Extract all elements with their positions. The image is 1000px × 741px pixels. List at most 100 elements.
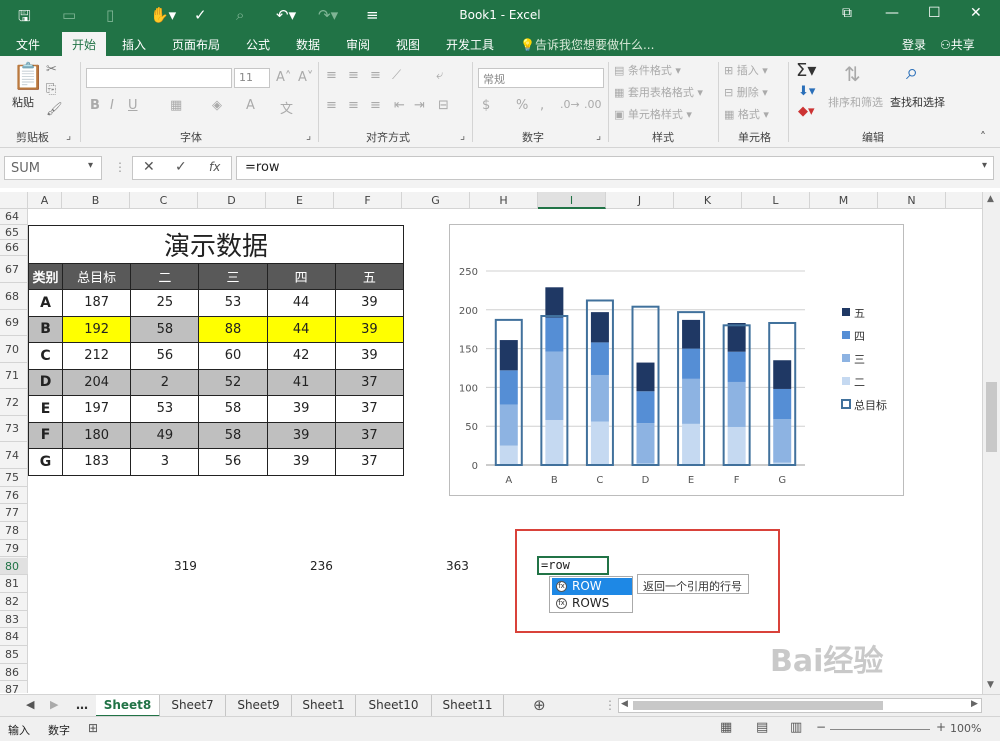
row-header-73[interactable]: 73 xyxy=(0,416,28,442)
paste-icon[interactable]: 📋 xyxy=(12,62,44,92)
tab-developer[interactable]: 开发工具 xyxy=(446,36,494,53)
comma-icon[interactable]: , xyxy=(540,98,544,113)
row-header-84[interactable]: 84 xyxy=(0,628,28,646)
table-cell[interactable]: 212 xyxy=(62,342,132,370)
sort-filter-icon[interactable]: ⇅ xyxy=(844,62,861,86)
column-header-g[interactable]: G xyxy=(402,192,470,209)
fill-icon[interactable]: ⬇▾ xyxy=(798,84,815,99)
page-break-view-icon[interactable]: ▥ xyxy=(790,720,802,735)
column-header-k[interactable]: K xyxy=(674,192,742,209)
row-header-65[interactable]: 65 xyxy=(0,225,28,240)
autocomplete-item-row[interactable]: fx ROW xyxy=(552,578,632,595)
new-sheet-icon[interactable]: ⊕ xyxy=(533,696,546,714)
table-cell[interactable]: 58 xyxy=(130,315,200,343)
row-header-76[interactable]: 76 xyxy=(0,487,28,505)
cell-value[interactable]: 319 xyxy=(174,559,197,573)
dialog-launcher-icon[interactable]: ⌟ xyxy=(460,129,465,142)
scroll-thumb[interactable] xyxy=(986,382,997,452)
scroll-left-icon[interactable]: ◀ xyxy=(621,699,628,709)
table-cell[interactable]: 53 xyxy=(130,395,200,423)
tab-formulas[interactable]: 公式 xyxy=(246,36,270,53)
table-cell[interactable]: 204 xyxy=(62,368,132,396)
column-header-e[interactable]: E xyxy=(266,192,334,209)
tab-review[interactable]: 审阅 xyxy=(346,36,370,53)
table-cell[interactable]: 56 xyxy=(198,448,268,476)
table-cell[interactable]: 41 xyxy=(266,368,336,396)
table-cell[interactable]: 39 xyxy=(266,421,336,449)
close-icon[interactable]: ✕ xyxy=(970,5,982,21)
prev-sheet-icon[interactable]: ◀ xyxy=(26,698,34,711)
row-header-83[interactable]: 83 xyxy=(0,611,28,629)
scroll-right-icon[interactable]: ▶ xyxy=(971,699,978,709)
normal-view-icon[interactable]: ▦ xyxy=(720,720,732,735)
format-painter-icon[interactable]: 🖌 xyxy=(46,102,63,117)
delete-cells-button[interactable]: ⊟ 删除 ▾ xyxy=(724,84,768,100)
sort-filter-label[interactable]: 排序和筛选 xyxy=(828,94,883,110)
table-cell[interactable]: F xyxy=(27,421,64,449)
cell-editor[interactable]: =row xyxy=(537,556,609,575)
border-icon[interactable]: ▦ xyxy=(170,98,182,113)
format-as-table-button[interactable]: ▦ 套用表格格式 ▾ xyxy=(614,84,703,100)
clear-icon[interactable]: ◆▾ xyxy=(798,104,815,119)
table-cell[interactable]: D xyxy=(27,368,64,396)
column-header-i[interactable]: I xyxy=(538,192,606,209)
tab-home[interactable]: 开始 xyxy=(62,32,107,56)
column-heading[interactable]: 总目标 xyxy=(62,263,132,290)
column-header-m[interactable]: M xyxy=(810,192,878,209)
tell-me-box[interactable]: 💡告诉我您想要做什么... xyxy=(520,36,654,53)
find-select-icon[interactable]: ⌕ xyxy=(906,60,918,85)
table-cell[interactable]: 197 xyxy=(62,395,132,423)
font-size-combo[interactable]: 11 xyxy=(234,68,270,88)
find-select-label[interactable]: 查找和选择 xyxy=(890,94,945,110)
column-header-b[interactable]: B xyxy=(62,192,130,209)
table-cell[interactable]: 187 xyxy=(62,289,132,317)
underline-icon[interactable]: U xyxy=(128,98,138,113)
table-cell[interactable]: 60 xyxy=(198,342,268,370)
table-cell[interactable]: 39 xyxy=(334,315,405,343)
currency-icon[interactable]: $ xyxy=(482,98,490,113)
more-sheets-icon[interactable]: … xyxy=(76,698,88,712)
column-heading[interactable]: 三 xyxy=(198,263,268,290)
table-cell[interactable]: 44 xyxy=(266,315,336,343)
table-cell[interactable]: 39 xyxy=(334,289,405,317)
table-cell[interactable]: B xyxy=(27,315,64,343)
row-header-71[interactable]: 71 xyxy=(0,363,28,389)
table-cell[interactable]: 53 xyxy=(198,289,268,317)
wrap-text-icon[interactable]: ⤶ xyxy=(436,68,443,83)
next-sheet-icon[interactable]: ▶ xyxy=(50,698,58,711)
table-cell[interactable]: 37 xyxy=(334,395,405,423)
decrease-decimal-icon[interactable]: .00 xyxy=(584,98,602,111)
column-heading[interactable]: 二 xyxy=(130,263,200,290)
table-cell[interactable]: 49 xyxy=(130,421,200,449)
horizontal-scrollbar[interactable]: ◀ ▶ xyxy=(618,698,982,713)
table-cell[interactable]: G xyxy=(27,448,64,476)
decrease-indent-icon[interactable]: ⇤ xyxy=(394,98,405,113)
column-heading[interactable]: 五 xyxy=(334,263,405,290)
table-cell[interactable]: 25 xyxy=(130,289,200,317)
expand-formula-icon[interactable]: ▾ xyxy=(982,160,987,171)
cell-value[interactable]: 363 xyxy=(446,559,469,573)
phonetic-icon[interactable]: 文 xyxy=(280,98,293,117)
hscroll-thumb[interactable] xyxy=(633,701,883,710)
align-top-icon[interactable]: ≡ xyxy=(326,68,337,83)
orientation-icon[interactable]: ⟋ xyxy=(392,68,401,83)
dialog-launcher-icon[interactable]: ⌟ xyxy=(66,129,71,142)
row-header-66[interactable]: 66 xyxy=(0,240,28,256)
column-header-n[interactable]: N xyxy=(878,192,946,209)
fill-color-icon[interactable]: ◈ xyxy=(212,98,222,113)
row-header-68[interactable]: 68 xyxy=(0,283,28,310)
tab-split-grip-icon[interactable]: ⋮ xyxy=(604,698,616,712)
scroll-up-icon[interactable]: ▲ xyxy=(987,194,994,204)
row-header-64[interactable]: 64 xyxy=(0,209,28,225)
table-cell[interactable]: 192 xyxy=(62,315,132,343)
table-cell[interactable]: 58 xyxy=(198,421,268,449)
column-header-l[interactable]: L xyxy=(742,192,810,209)
cut-icon[interactable]: ✂ xyxy=(46,62,57,77)
increase-indent-icon[interactable]: ⇥ xyxy=(414,98,425,113)
table-cell[interactable]: 58 xyxy=(198,395,268,423)
table-cell[interactable]: 39 xyxy=(334,342,405,370)
zoom-in-icon[interactable]: + xyxy=(936,720,946,734)
tab-file[interactable]: 文件 xyxy=(16,36,40,53)
row-header-69[interactable]: 69 xyxy=(0,310,28,336)
enter-icon[interactable]: ✓ xyxy=(175,159,187,175)
